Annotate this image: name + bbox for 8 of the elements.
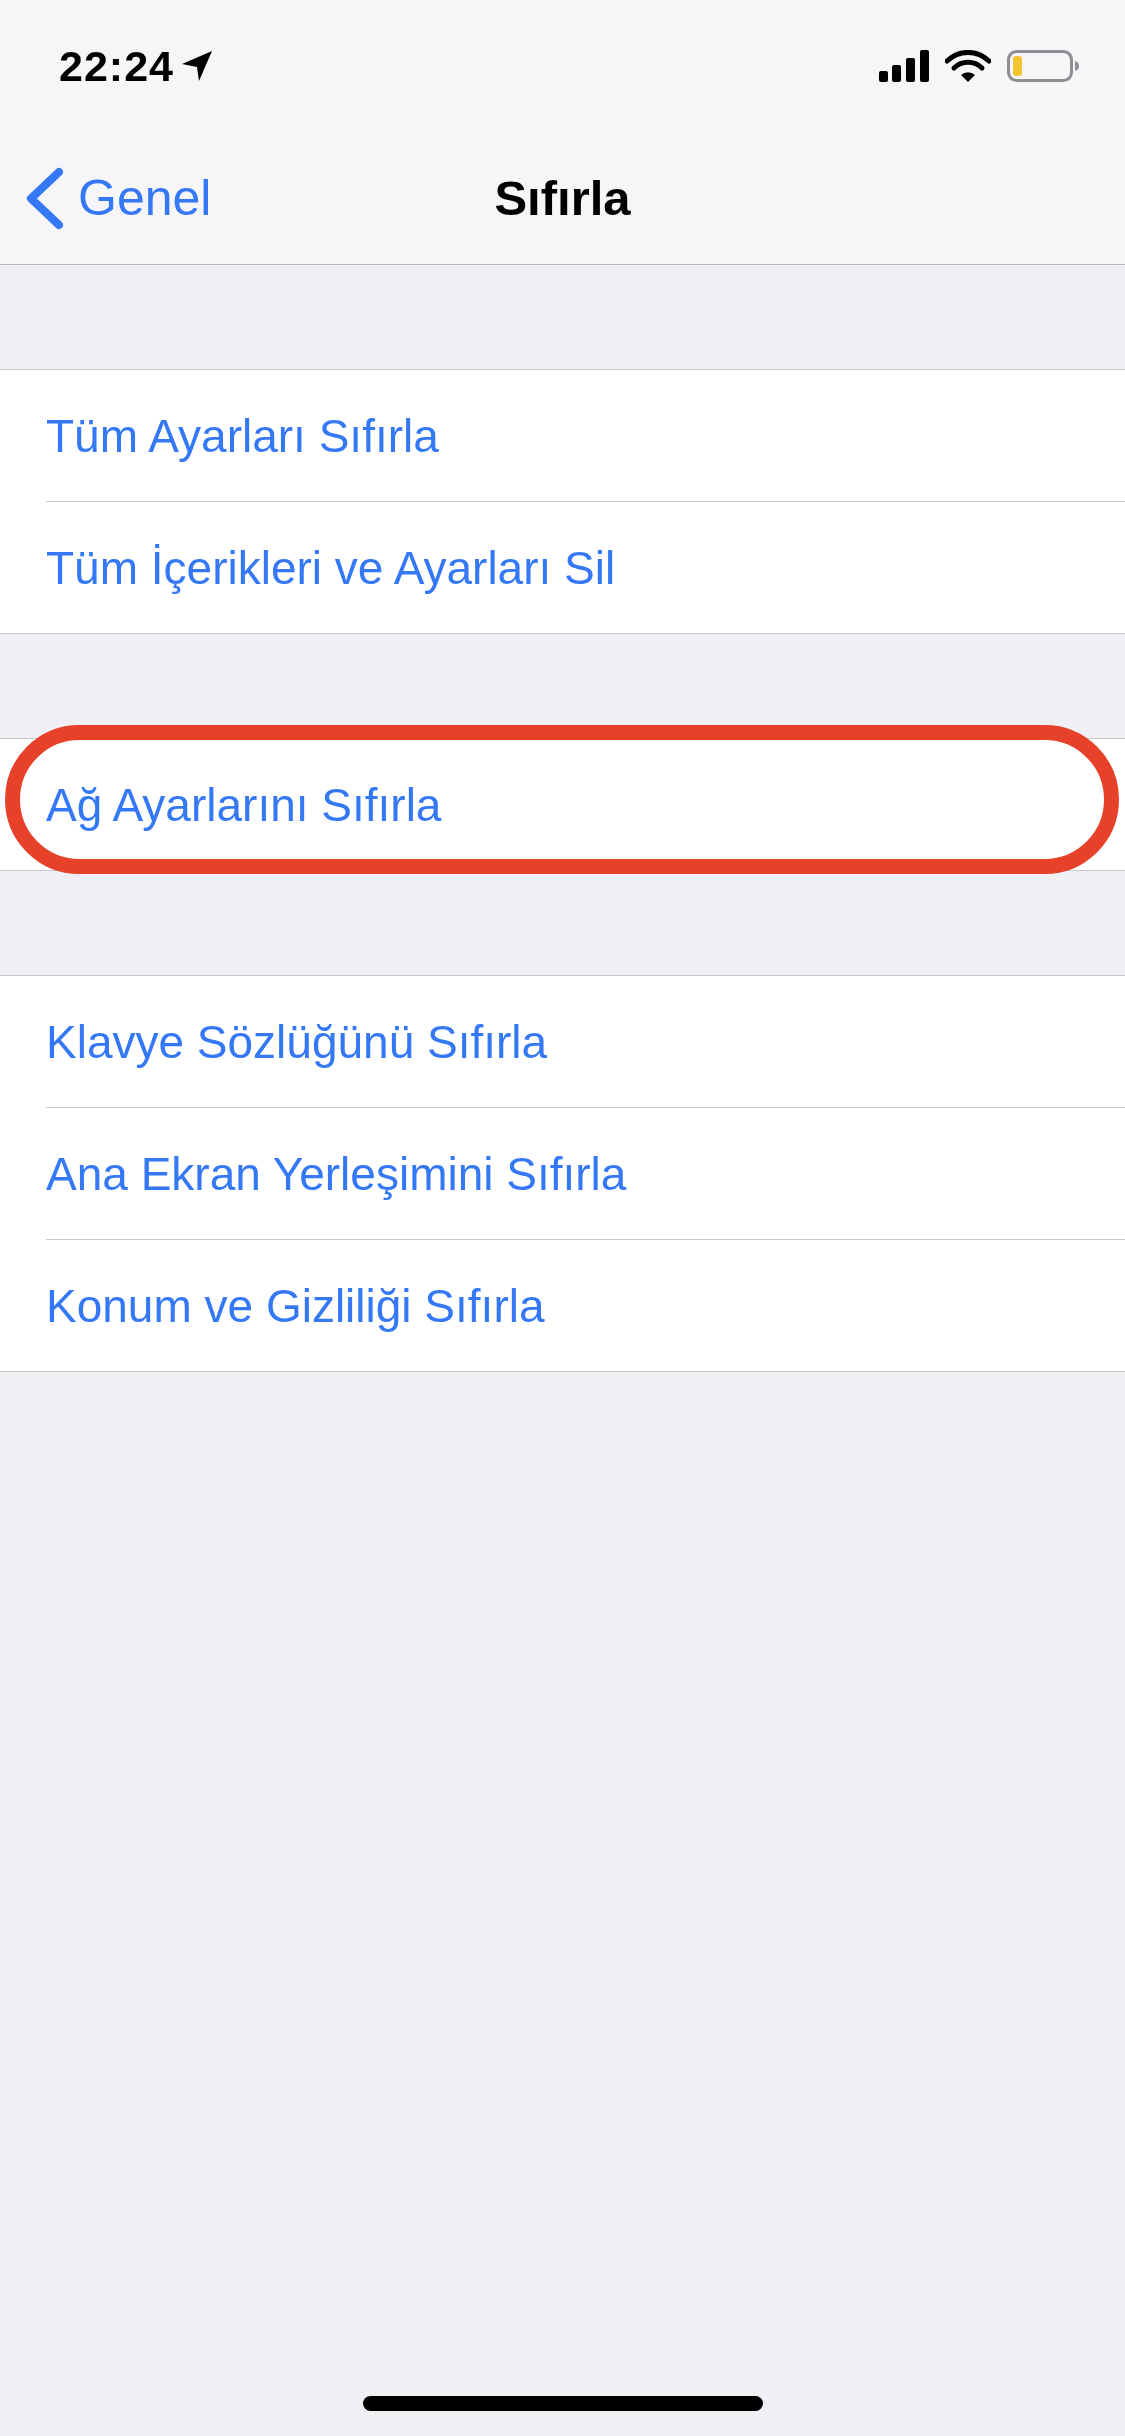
battery-icon [1007, 50, 1079, 82]
back-button[interactable]: Genel [26, 166, 212, 230]
status-time: 22:24 [59, 44, 174, 88]
chevron-left-icon [26, 166, 64, 230]
page-title: Sıfırla [494, 173, 631, 223]
signal-bars-icon [879, 50, 929, 82]
location-arrow-icon [182, 51, 212, 81]
wifi-icon [945, 50, 991, 82]
